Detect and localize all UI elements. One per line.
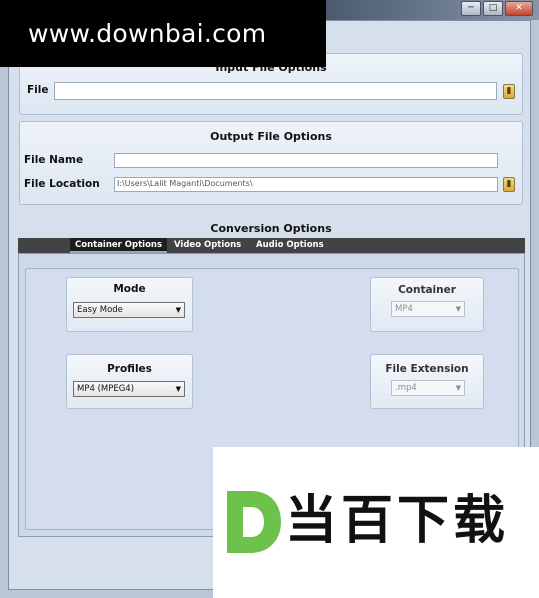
folder-icon[interactable]: ▮ — [503, 84, 515, 99]
file-name-label: File Name — [24, 154, 84, 166]
file-extension-card: File Extension .mp4 ▼ — [370, 354, 484, 409]
window-controls: ─ □ ✕ — [461, 1, 533, 16]
mode-card: Mode Easy Mode ▼ — [66, 277, 193, 332]
container-select-value: MP4 — [395, 304, 413, 314]
chevron-down-icon: ▼ — [455, 384, 461, 392]
file-input[interactable] — [54, 82, 497, 100]
file-label: File — [27, 84, 49, 96]
profiles-select-value: MP4 (MPEG4) — [77, 384, 135, 394]
tab-audio-options[interactable]: Audio Options — [256, 238, 324, 253]
mode-select[interactable]: Easy Mode ▼ — [73, 302, 185, 318]
maximize-button[interactable]: □ — [483, 1, 503, 16]
mode-select-value: Easy Mode — [77, 305, 123, 315]
conversion-tab-bar: Container Options Video Options Audio Op… — [18, 238, 525, 253]
file-extension-select[interactable]: .mp4 ▼ — [391, 380, 465, 396]
app-window: ─ □ ✕ Input File Options File ▮ Output F… — [0, 0, 539, 598]
container-select[interactable]: MP4 ▼ — [391, 301, 465, 317]
chevron-down-icon: ▼ — [455, 305, 461, 313]
mode-title: Mode — [113, 283, 146, 295]
container-card: Container MP4 ▼ — [370, 277, 484, 332]
minimize-button[interactable]: ─ — [461, 1, 481, 16]
profiles-title: Profiles — [107, 363, 152, 375]
chevron-down-icon: ▼ — [175, 306, 181, 314]
logo-d-icon — [223, 491, 281, 553]
close-button[interactable]: ✕ — [505, 1, 533, 16]
logo-text: 当百下载 — [285, 491, 510, 551]
file-extension-select-value: .mp4 — [395, 383, 417, 393]
file-location-input[interactable]: I:\Users\Lalit Maganti\Documents\ — [114, 177, 498, 192]
profiles-card: Profiles MP4 (MPEG4) ▼ — [66, 354, 193, 409]
tab-video-options[interactable]: Video Options — [174, 238, 241, 253]
conversion-options-title: Conversion Options — [210, 222, 332, 235]
watermark-banner: www.downbai.com — [0, 0, 326, 67]
profiles-select[interactable]: MP4 (MPEG4) ▼ — [73, 381, 185, 397]
output-file-options-panel: Output File Options File Name File Locat… — [19, 121, 523, 205]
folder-icon[interactable]: ▮ — [503, 177, 515, 192]
file-extension-title: File Extension — [385, 363, 469, 375]
output-options-title: Output File Options — [210, 130, 332, 143]
chevron-down-icon: ▼ — [175, 385, 181, 393]
file-location-label: File Location — [24, 178, 100, 190]
tab-container-options[interactable]: Container Options — [70, 238, 168, 253]
site-logo: 当百下载 — [213, 447, 539, 598]
file-name-input[interactable] — [114, 153, 498, 168]
container-title: Container — [398, 284, 456, 296]
